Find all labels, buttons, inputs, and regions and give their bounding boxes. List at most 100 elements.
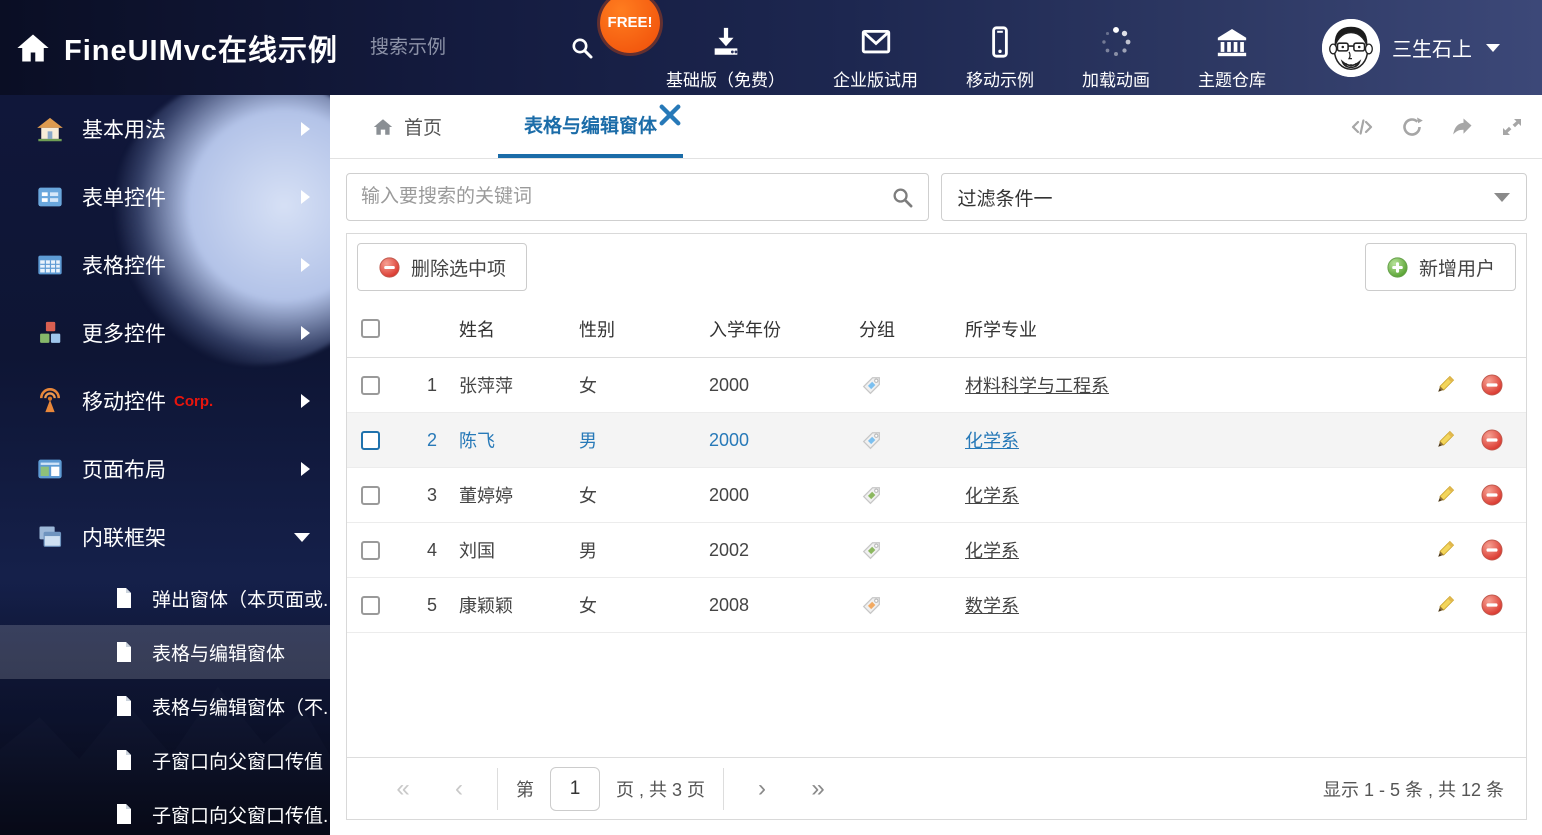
bank-icon [1217,28,1247,56]
table-row[interactable]: 5 康颖颖 女 2008 数学系 [347,578,1526,633]
major-link[interactable]: 材料科学与工程系 [965,376,1109,396]
home-tab-icon [373,118,393,135]
sidebar-item-grid-controls[interactable]: 表格控件 [0,231,330,299]
main-area: 首页 表格与编辑窗体 过滤条件一 [330,95,1542,835]
tab-grid-edit-window[interactable]: 表格与编辑窗体 [498,95,684,158]
minus-circle-icon [379,256,400,278]
keyword-search-box [346,173,929,221]
header-search-input[interactable] [370,36,501,59]
free-badge: FREE! [600,0,661,53]
row-checkbox[interactable] [360,375,380,395]
user-grid-panel: 删除选中项 新增用户 姓名 性别 入学年份 分组 所学专业 1 张萍萍 女 20… [346,233,1527,820]
page-icon [117,750,131,770]
nav-mobile-demo[interactable]: 移动示例 [966,5,1034,91]
page-icon [117,588,131,608]
tag-icon [862,596,880,614]
cell-year: 2002 [709,539,750,560]
page-icon [117,696,131,716]
nav-theme-repo[interactable]: 主题仓库 [1198,5,1266,91]
delete-row-icon[interactable] [1480,428,1504,452]
pagination-first-icon[interactable]: « [375,775,431,803]
major-link[interactable]: 数学系 [965,596,1019,616]
logo[interactable]: FineUIMvc在线示例 [0,27,338,69]
major-link[interactable]: 化学系 [965,541,1019,561]
search-icon[interactable] [891,186,914,209]
add-user-button[interactable]: 新增用户 [1364,243,1516,291]
sidebar-subitem-1[interactable]: 表格与编辑窗体 [0,625,330,679]
table-row[interactable]: 4 刘国 男 2002 化学系 [347,523,1526,578]
sidebar: 基本用法 表单控件 表格控件 更多控件 移动控件 Corp. 页面布局 内联框架… [0,95,330,835]
mobile-icon [992,25,1008,58]
user-name: 三生石上 [1392,39,1473,61]
edit-pencil-icon[interactable] [1433,483,1457,507]
source-code-icon[interactable] [1350,115,1374,139]
major-link[interactable]: 化学系 [965,486,1019,506]
delete-row-icon[interactable] [1480,538,1504,562]
tab-close-icon[interactable] [659,104,681,126]
cell-name: 刘国 [459,541,495,561]
column-header-year[interactable]: 入学年份 [693,316,843,342]
sidebar-subitem-2[interactable]: 表格与编辑窗体（不... [0,679,330,733]
chevron-down-icon [1494,192,1510,202]
sidebar-item-more-controls[interactable]: 更多控件 [0,299,330,367]
sidebar-item-page-layout[interactable]: 页面布局 [0,435,330,503]
table-row[interactable]: 1 张萍萍 女 2000 材料科学与工程系 [347,358,1526,413]
tab-content: 过滤条件一 删除选中项 新增用户 姓名 性别 入学年份 [330,159,1542,835]
row-checkbox[interactable] [360,430,380,450]
filter-dropdown[interactable]: 过滤条件一 [940,173,1527,221]
cell-year: 2000 [709,374,750,395]
expand-arrow-icon [301,122,310,136]
row-number: 5 [426,594,437,615]
select-all-checkbox[interactable] [360,319,380,338]
cubes-icon [40,321,61,343]
keyword-search-input[interactable] [361,186,891,208]
column-header-group[interactable]: 分组 [843,316,949,342]
pagination-bar: « ‹ 第 页 , 共 3 页 › » 显示 1 - 5 条 , 共 12 条 [347,757,1526,819]
table-icon [38,255,62,275]
cell-year: 2000 [709,484,750,505]
pagination-prev-icon[interactable]: ‹ [431,775,487,803]
row-number: 4 [426,539,437,560]
table-row[interactable]: 3 董婷婷 女 2000 化学系 [347,468,1526,523]
delete-row-icon[interactable] [1480,593,1504,617]
edit-pencil-icon[interactable] [1433,538,1457,562]
nav-loading-animation[interactable]: 加载动画 [1082,5,1150,91]
column-header-major[interactable]: 所学专业 [949,316,1422,342]
row-checkbox[interactable] [360,540,380,560]
delete-row-icon[interactable] [1480,483,1504,507]
sidebar-subitem-3[interactable]: 子窗口向父窗口传值 [0,733,330,787]
tab-home[interactable]: 首页 [358,95,456,158]
sidebar-subitem-4[interactable]: 子窗口向父窗口传值... [0,787,330,835]
major-link[interactable]: 化学系 [965,431,1019,451]
pagination-last-icon[interactable]: » [790,775,846,803]
edit-pencil-icon[interactable] [1433,593,1457,617]
page-prefix: 第 [516,779,534,800]
pagination-next-icon[interactable]: › [734,775,790,803]
sidebar-item-basic-usage[interactable]: 基本用法 [0,95,330,163]
sidebar-subitem-0[interactable]: 弹出窗体（本页面或... [0,571,330,625]
sidebar-item-mobile-controls[interactable]: 移动控件 Corp. [0,367,330,435]
row-checkbox[interactable] [360,595,380,615]
nav-basic-free[interactable]: FREE! 基础版（免费） [600,0,785,91]
sidebar-item-inline-frame[interactable]: 内联框架 [0,503,330,571]
column-header-gender[interactable]: 性别 [563,316,693,342]
user-menu[interactable]: 三生石上 [1322,18,1501,77]
expand-arrow-icon [301,394,310,408]
share-icon[interactable] [1450,115,1474,139]
expand-icon[interactable] [1500,115,1524,139]
table-row[interactable]: 2 陈飞 男 2000 化学系 [347,413,1526,468]
header-search-icon[interactable] [570,36,594,60]
pagination-summary: 显示 1 - 5 条 , 共 12 条 [1322,779,1504,800]
sidebar-item-form-controls[interactable]: 表单控件 [0,163,330,231]
edit-pencil-icon[interactable] [1433,373,1457,397]
table-body: 1 张萍萍 女 2000 材料科学与工程系 2 陈飞 男 2000 化学系 3 … [347,358,1526,633]
delete-selected-button[interactable]: 删除选中项 [357,243,528,291]
row-number: 2 [426,429,437,450]
column-header-name[interactable]: 姓名 [443,316,563,342]
nav-enterprise-trial[interactable]: 企业版试用 [833,5,918,91]
delete-row-icon[interactable] [1480,373,1504,397]
edit-pencil-icon[interactable] [1433,428,1457,452]
row-checkbox[interactable] [360,485,380,505]
refresh-icon[interactable] [1400,115,1424,139]
page-number-input[interactable] [550,766,600,811]
